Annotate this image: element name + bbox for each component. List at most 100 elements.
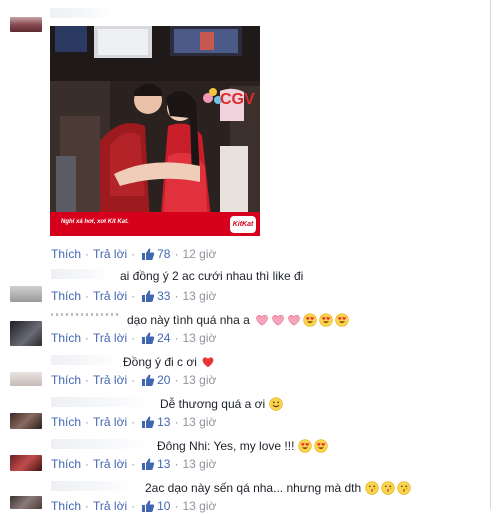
commenter-name[interactable]: [50, 8, 114, 18]
like-link[interactable]: Thích: [51, 289, 81, 303]
separator-dot: ·: [85, 331, 90, 345]
pink-heart-emoji-icon: [255, 313, 269, 327]
comment-photo[interactable]: CGV Nghỉ xả hơi, xơi Kit Kat. KitKat: [50, 26, 260, 236]
comment-actions: Thích · Trả lời · 33 · 13 giờ: [51, 288, 216, 304]
thumbs-up-icon[interactable]: [141, 499, 155, 513]
commenter-name[interactable]: [51, 313, 121, 316]
avatar[interactable]: [10, 413, 42, 429]
comment-time[interactable]: 13 giờ: [182, 331, 216, 345]
comment-time[interactable]: 13 giờ: [182, 289, 216, 303]
thumbs-up-icon[interactable]: [141, 289, 155, 303]
comment-actions: Thích · Trả lời · 13 · 13 giờ: [51, 456, 216, 472]
like-link[interactable]: Thích: [51, 373, 81, 387]
avatar[interactable]: [10, 496, 42, 509]
separator-dot: ·: [85, 247, 90, 261]
like-link[interactable]: Thích: [51, 415, 81, 429]
commenter-name[interactable]: [51, 439, 149, 449]
like-link[interactable]: Thích: [51, 331, 81, 345]
reply-link[interactable]: Trả lời: [93, 247, 127, 261]
comment-actions: Thích · Trả lời · 10 · 13 giờ: [51, 498, 216, 514]
comment-text: Đông Nhi: Yes, my love !!!: [157, 439, 328, 453]
avatar[interactable]: [10, 286, 42, 302]
comment-actions: Thích · Trả lời · 13 · 13 giờ: [51, 414, 216, 430]
separator-dot: ·: [131, 289, 136, 303]
heart-emoji-icon: [201, 355, 215, 369]
separator-dot: ·: [174, 373, 179, 387]
comment-actions: Thích · Trả lời · 24 · 13 giờ: [51, 330, 216, 346]
like-link[interactable]: Thích: [51, 457, 81, 471]
reply-link[interactable]: Trả lời: [93, 457, 127, 471]
separator-dot: ·: [85, 499, 90, 513]
pink-heart-emoji-icon: [287, 313, 301, 327]
separator-dot: ·: [174, 247, 179, 261]
like-link[interactable]: Thích: [51, 247, 81, 261]
avatar[interactable]: [10, 17, 42, 32]
commenter-name[interactable]: [51, 481, 137, 491]
separator-dot: ·: [131, 331, 136, 345]
comment-text: dạo này tình quá nha a: [127, 313, 349, 327]
like-count[interactable]: 10: [157, 499, 170, 513]
comment-time[interactable]: 13 giờ: [182, 415, 216, 429]
reply-link[interactable]: Trả lời: [93, 289, 127, 303]
comment-time[interactable]: 13 giờ: [182, 373, 216, 387]
comment-time[interactable]: 13 giờ: [182, 499, 216, 513]
separator-dot: ·: [174, 289, 179, 303]
comment-text: Dễ thương quá a ơi: [160, 397, 283, 411]
avatar[interactable]: [10, 455, 42, 471]
separator-dot: ·: [131, 499, 136, 513]
kiss-emoji-icon: [365, 481, 379, 495]
comment-text: ai đồng ý 2 ac cưới nhau thì like đi: [120, 269, 304, 283]
reply-link[interactable]: Trả lời: [93, 331, 127, 345]
like-link[interactable]: Thích: [51, 499, 81, 513]
avatar[interactable]: [10, 372, 42, 386]
separator-dot: ·: [174, 499, 179, 513]
commenter-name[interactable]: [51, 355, 117, 365]
cgv-sign: CGV: [220, 91, 255, 108]
reply-link[interactable]: Trả lời: [93, 499, 127, 513]
like-count[interactable]: 33: [157, 289, 170, 303]
separator-dot: ·: [131, 373, 136, 387]
panel-border: [490, 0, 491, 509]
heart-eyes-emoji-icon: [319, 313, 333, 327]
heart-eyes-emoji-icon: [314, 439, 328, 453]
separator-dot: ·: [174, 331, 179, 345]
thumbs-up-icon[interactable]: [141, 373, 155, 387]
separator-dot: ·: [174, 415, 179, 429]
separator-dot: ·: [85, 289, 90, 303]
reply-link[interactable]: Trả lời: [93, 373, 127, 387]
commenter-name[interactable]: [51, 269, 111, 279]
pink-heart-emoji-icon: [271, 313, 285, 327]
like-count[interactable]: 20: [157, 373, 170, 387]
like-count[interactable]: 24: [157, 331, 170, 345]
thumbs-up-icon[interactable]: [141, 415, 155, 429]
separator-dot: ·: [174, 457, 179, 471]
kitkat-logo: KitKat: [230, 216, 256, 233]
avatar[interactable]: [10, 321, 42, 346]
heart-eyes-emoji-icon: [335, 313, 349, 327]
like-count[interactable]: 78: [157, 247, 170, 261]
separator-dot: ·: [131, 247, 136, 261]
comment-actions: Thích · Trả lời · 78 · 12 giờ: [51, 246, 216, 262]
separator-dot: ·: [131, 415, 136, 429]
comment-text: 2ac dạo này sến qá nha... nhưng mà dth: [145, 481, 411, 495]
commenter-name[interactable]: [51, 397, 151, 407]
heart-eyes-emoji-icon: [303, 313, 317, 327]
ad-caption: Nghỉ xả hơi, xơi Kit Kat.: [61, 219, 129, 225]
kiss-emoji-icon: [381, 481, 395, 495]
comment-time[interactable]: 12 giờ: [182, 247, 216, 261]
separator-dot: ·: [85, 457, 90, 471]
heart-eyes-emoji-icon: [298, 439, 312, 453]
thumbs-up-icon[interactable]: [141, 457, 155, 471]
separator-dot: ·: [85, 415, 90, 429]
like-count[interactable]: 13: [157, 415, 170, 429]
comment-text: Đồng ý đi c ơi: [123, 355, 215, 369]
separator-dot: ·: [85, 373, 90, 387]
thumbs-up-icon[interactable]: [141, 331, 155, 345]
comment-actions: Thích · Trả lời · 20 · 13 giờ: [51, 372, 216, 388]
comment-time[interactable]: 13 giờ: [182, 457, 216, 471]
thumbs-up-icon[interactable]: [141, 247, 155, 261]
kiss-emoji-icon: [397, 481, 411, 495]
like-count[interactable]: 13: [157, 457, 170, 471]
reply-link[interactable]: Trả lời: [93, 415, 127, 429]
separator-dot: ·: [131, 457, 136, 471]
